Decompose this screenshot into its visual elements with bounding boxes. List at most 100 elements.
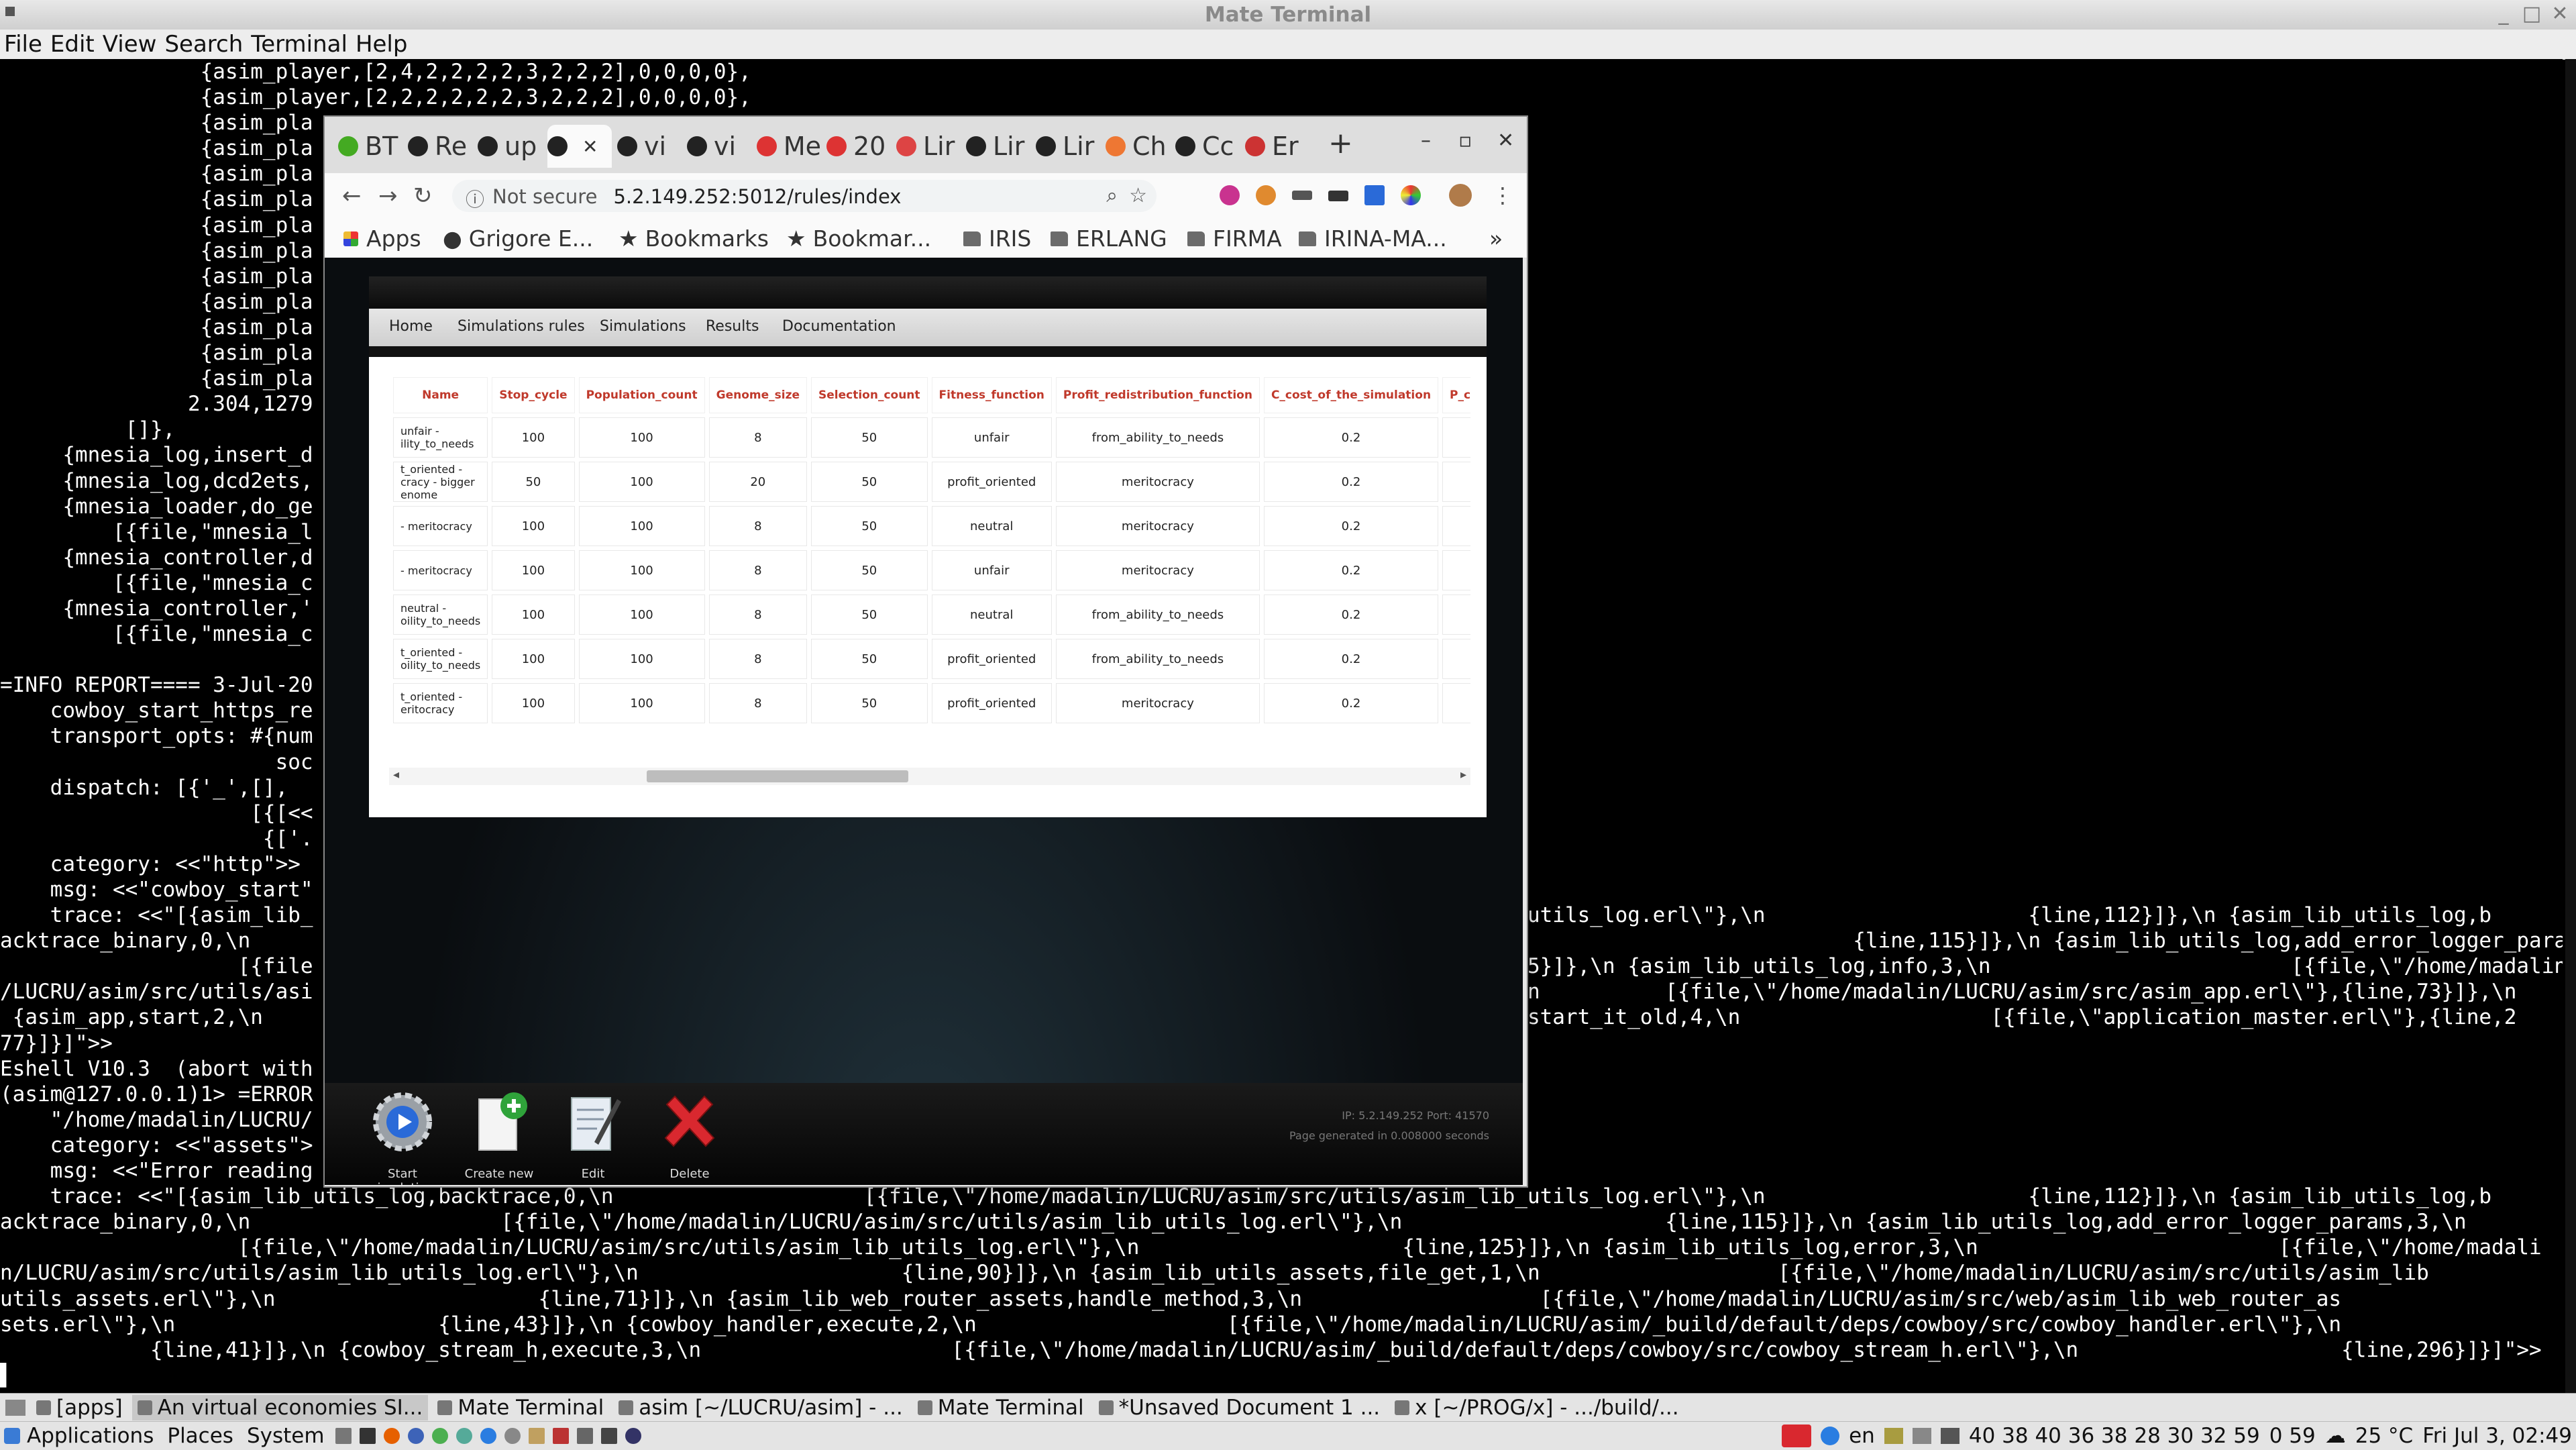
column-header[interactable]: Population_count xyxy=(578,377,705,413)
column-header[interactable]: C_cost_of_the_simulation xyxy=(1263,377,1439,413)
column-header[interactable]: Name xyxy=(393,377,488,413)
launcher-icon[interactable] xyxy=(335,1428,352,1444)
back-icon[interactable]: ← xyxy=(342,183,362,209)
terminal-launcher-icon[interactable] xyxy=(359,1428,376,1444)
reload-icon[interactable]: ↻ xyxy=(413,183,433,209)
chrome-icon[interactable] xyxy=(431,1428,448,1444)
launcher-icon[interactable] xyxy=(625,1428,641,1444)
edit-button[interactable]: Edit xyxy=(553,1090,633,1181)
column-header[interactable]: Stop_cycle xyxy=(492,377,575,413)
close-tab-icon[interactable]: ✕ xyxy=(582,136,598,158)
editor-launcher-icon[interactable] xyxy=(528,1428,545,1444)
launcher-icon[interactable] xyxy=(552,1428,569,1444)
delete-button[interactable]: Delete xyxy=(649,1090,730,1181)
bookmark-apps[interactable]: Apps xyxy=(343,225,421,252)
nav-results[interactable]: Results xyxy=(706,318,759,335)
browser-tab[interactable]: Er xyxy=(1245,125,1309,168)
create-new-button[interactable]: Create new xyxy=(459,1090,539,1181)
column-header[interactable]: Fitness_function xyxy=(931,377,1052,413)
bookmark-item[interactable]: ★ Bookmarks xyxy=(619,225,769,252)
browser-tab[interactable]: Lir xyxy=(896,125,961,168)
firefox-icon[interactable] xyxy=(383,1428,400,1444)
bookmark-folder[interactable]: FIRMA xyxy=(1187,225,1282,252)
close-icon[interactable]: ✕ xyxy=(2548,3,2572,25)
table-row[interactable]: t_oriented - oility_to_needs 100 100 8 50 pro… xyxy=(393,639,1470,679)
menu-search[interactable]: Search xyxy=(160,30,243,59)
more-menu-icon[interactable]: ⋮ xyxy=(1492,183,1513,208)
terminal-scrollbar[interactable] xyxy=(2565,59,2576,1394)
menu-places[interactable]: Places xyxy=(160,1424,240,1448)
info-icon[interactable]: ⓘ xyxy=(466,185,484,212)
taskbar-item[interactable]: Mate Terminal xyxy=(912,1395,1089,1420)
browser-tab[interactable]: vi xyxy=(617,125,682,168)
taskbar-item[interactable]: An virtual economies SI... xyxy=(131,1395,429,1420)
menu-system[interactable]: System xyxy=(240,1424,331,1448)
color-picker-icon[interactable] xyxy=(1401,185,1421,205)
table-row[interactable]: t_oriented - eritocracy 100 100 8 50 profit_o… xyxy=(393,683,1470,723)
scroll-right-icon[interactable]: ▸ xyxy=(1460,768,1466,782)
bookmark-item[interactable]: ★ Bookmar... xyxy=(786,225,931,252)
browser-tab[interactable]: BT xyxy=(338,125,402,168)
notification-icon[interactable] xyxy=(1782,1425,1812,1447)
avatar[interactable] xyxy=(1449,184,1472,207)
table-row[interactable]: - meritocracy 100 100 8 50 neutral meritocracy… xyxy=(393,506,1470,546)
horizontal-scrollbar[interactable]: ◂ ▸ xyxy=(389,768,1470,785)
rules-table-container[interactable]: Name Stop_cycle Population_count Genome_siz… xyxy=(389,373,1470,762)
column-header[interactable]: Genome_size xyxy=(708,377,807,413)
nav-simulations[interactable]: Simulations xyxy=(600,318,686,335)
table-row[interactable]: neutral - oility_to_needs 100 100 8 50 neutra… xyxy=(393,594,1470,635)
bookmark-folder[interactable]: IRIS xyxy=(963,225,1031,252)
bookmark-item[interactable]: ● Grigore E... xyxy=(443,225,593,252)
scroll-left-icon[interactable]: ◂ xyxy=(393,768,399,782)
taskbar-item[interactable]: Mate Terminal xyxy=(432,1395,609,1420)
table-row[interactable]: t_oriented - cracy - bigger enome 50 100 20… xyxy=(393,462,1470,502)
zoom-icon[interactable]: ⌕ xyxy=(1106,184,1118,207)
maximize-icon[interactable]: □ xyxy=(2520,3,2544,25)
table-row[interactable]: unfair - ility_to_needs 100 100 8 50 unfair fr… xyxy=(393,417,1470,458)
bookmarks-overflow[interactable]: » xyxy=(1489,225,1503,252)
close-icon[interactable]: ✕ xyxy=(1497,129,1514,152)
table-row[interactable]: - meritocracy 100 100 8 50 unfair meritocracy 0… xyxy=(393,550,1470,590)
menu-help[interactable]: Help xyxy=(352,30,408,59)
menu-terminal[interactable]: Terminal xyxy=(247,30,347,59)
show-desktop-icon[interactable] xyxy=(5,1400,25,1416)
volume-icon[interactable] xyxy=(1912,1428,1931,1444)
scrollbar-thumb[interactable] xyxy=(647,770,908,782)
browser-tab[interactable]: Me xyxy=(757,125,821,168)
browser-tab[interactable]: Ch xyxy=(1106,125,1170,168)
column-header[interactable]: P_capital_m xyxy=(1442,377,1470,413)
new-tab-button[interactable]: + xyxy=(1328,126,1353,160)
extension-icon[interactable] xyxy=(1256,185,1276,205)
browser-tab[interactable]: vi xyxy=(687,125,751,168)
minimize-icon[interactable]: – xyxy=(1421,129,1431,152)
bookmark-folder[interactable]: ERLANG xyxy=(1051,225,1167,252)
battery-icon[interactable] xyxy=(1884,1428,1903,1444)
keyboard-layout[interactable]: en xyxy=(1849,1424,1875,1448)
extension-icon[interactable] xyxy=(1220,185,1240,205)
clock[interactable]: Fri Jul 3, 02:49 xyxy=(2422,1424,2572,1448)
browser-tab[interactable]: Lir xyxy=(966,125,1030,168)
browser-tab[interactable]: ✕ xyxy=(547,125,612,168)
browser-tab[interactable]: Cc xyxy=(1175,125,1240,168)
bookmark-folder[interactable]: IRINA-MA... xyxy=(1299,225,1447,252)
nav-documentation[interactable]: Documentation xyxy=(782,318,896,335)
column-header[interactable]: Profit_redistribution_function xyxy=(1055,377,1260,413)
bookmark-star-icon[interactable]: ☆ xyxy=(1129,184,1147,207)
display-icon[interactable] xyxy=(1940,1428,1960,1444)
menu-view[interactable]: View xyxy=(99,30,157,59)
browser-launcher-icon[interactable] xyxy=(407,1428,424,1444)
browser-tab[interactable]: Re xyxy=(408,125,472,168)
menu-file[interactable]: File xyxy=(0,30,42,59)
start-simulation-button[interactable]: Start simulation xyxy=(362,1090,443,1185)
taskbar-item[interactable]: *Unsaved Document 1 ... xyxy=(1093,1395,1386,1420)
launcher-icon[interactable] xyxy=(600,1428,617,1444)
minimize-icon[interactable]: _ xyxy=(2491,3,2516,25)
column-header[interactable]: Selection_count xyxy=(811,377,928,413)
address-bar[interactable]: ⓘ Not secure 5.2.149.252:5012/rules/index… xyxy=(452,180,1157,212)
launcher-icon[interactable] xyxy=(504,1428,521,1444)
browser-tab[interactable]: Lir xyxy=(1036,125,1100,168)
menu-edit[interactable]: Edit xyxy=(46,30,95,59)
taskbar-item[interactable]: [apps] xyxy=(31,1395,128,1420)
nav-simulations-rules[interactable]: Simulations rules xyxy=(458,318,585,335)
network-icon[interactable] xyxy=(1821,1427,1840,1445)
